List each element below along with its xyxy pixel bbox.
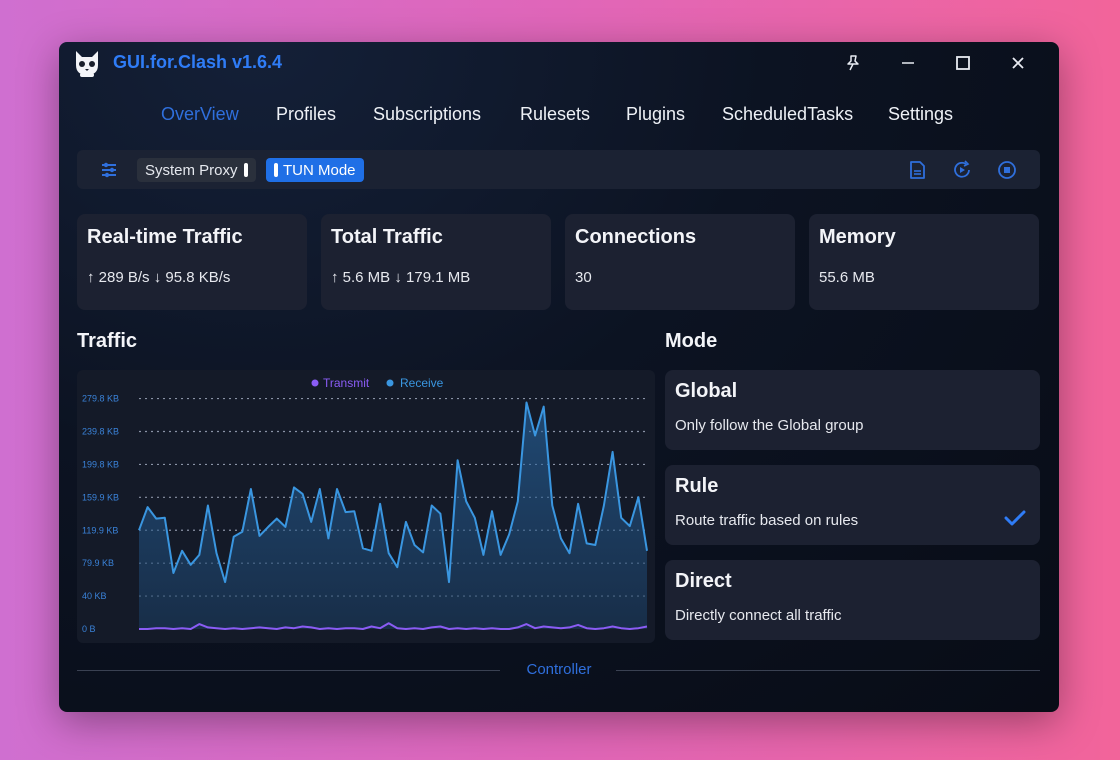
card-title: Connections bbox=[575, 226, 697, 248]
close-icon[interactable] bbox=[1005, 51, 1031, 75]
tab-settings[interactable]: Settings bbox=[888, 104, 953, 125]
y-tick-label: 199.8 KB bbox=[82, 459, 119, 469]
tab-plugins[interactable]: Plugins bbox=[626, 104, 685, 125]
legend-receive-marker bbox=[386, 379, 394, 387]
restart-icon[interactable] bbox=[951, 159, 973, 181]
stop-icon[interactable] bbox=[996, 159, 1018, 181]
app-window: GUI.for.Clash v1.6.4 OverView Profiles S… bbox=[59, 42, 1059, 712]
tab-overview[interactable]: OverView bbox=[161, 104, 239, 125]
tab-rulesets[interactable]: Rulesets bbox=[520, 104, 590, 125]
card-title: Real-time Traffic bbox=[87, 226, 243, 248]
system-proxy-toggle[interactable]: System Proxy bbox=[137, 158, 256, 182]
traffic-section-title: Traffic bbox=[77, 330, 138, 352]
connections-card[interactable]: Connections 30 bbox=[565, 214, 795, 310]
receive-area bbox=[139, 402, 647, 629]
traffic-chart-svg: 0 B 40 KB 79.9 KB 119.9 KB 159.9 KB 199.8 KB 2… bbox=[82, 376, 648, 634]
controller-link[interactable]: Controller bbox=[499, 661, 619, 678]
y-tick-label: 40 KB bbox=[82, 591, 107, 601]
title-bar[interactable]: GUI.for.Clash v1.6.4 bbox=[59, 42, 1059, 84]
divider bbox=[77, 670, 500, 671]
main-nav: OverView Profiles Subscriptions Rulesets… bbox=[59, 104, 1059, 134]
mode-description: Directly connect all traffic bbox=[675, 607, 842, 624]
tun-mode-toggle[interactable]: TUN Mode bbox=[266, 158, 364, 182]
toggle-knob bbox=[243, 163, 248, 177]
card-value: ↑ 289 B/s ↓ 95.8 KB/s bbox=[87, 269, 231, 286]
save-file-icon[interactable] bbox=[906, 159, 928, 181]
traffic-chart: 0 B 40 KB 79.9 KB 119.9 KB 159.9 KB 199.8 KB 2… bbox=[77, 370, 655, 643]
maximize-icon[interactable] bbox=[950, 51, 976, 75]
app-title: GUI.for.Clash v1.6.4 bbox=[113, 52, 283, 72]
mode-option-rule[interactable]: Rule Route traffic based on rules bbox=[665, 465, 1040, 545]
mode-description: Route traffic based on rules bbox=[675, 512, 859, 529]
mode-title: Direct bbox=[675, 570, 732, 592]
checkmark-icon bbox=[1004, 510, 1026, 526]
total-traffic-card: Total Traffic ↑ 5.6 MB ↓ 179.1 MB bbox=[321, 214, 551, 310]
mode-title: Rule bbox=[675, 475, 719, 497]
y-tick-label: 279.8 KB bbox=[82, 394, 119, 404]
memory-card: Memory 55.6 MB bbox=[809, 214, 1039, 310]
legend-transmit-marker bbox=[311, 379, 319, 387]
toggle-knob bbox=[274, 163, 278, 177]
mode-option-global[interactable]: Global Only follow the Global group bbox=[665, 370, 1040, 450]
tab-profiles[interactable]: Profiles bbox=[276, 104, 336, 125]
card-title: Total Traffic bbox=[331, 226, 443, 248]
y-tick-label: 239.8 KB bbox=[82, 427, 119, 437]
y-tick-label: 79.9 KB bbox=[82, 558, 114, 568]
card-value: 55.6 MB bbox=[819, 269, 875, 286]
tun-mode-label: TUN Mode bbox=[283, 161, 356, 179]
pin-icon[interactable] bbox=[840, 51, 866, 75]
card-title: Memory bbox=[819, 226, 896, 248]
realtime-traffic-card: Real-time Traffic ↑ 289 B/s ↓ 95.8 KB/s bbox=[77, 214, 307, 310]
card-value: 30 bbox=[575, 269, 592, 286]
system-proxy-label: System Proxy bbox=[145, 161, 238, 179]
y-tick-label: 0 B bbox=[82, 624, 96, 634]
mode-section-title: Mode bbox=[665, 330, 718, 352]
y-tick-label: 119.9 KB bbox=[82, 525, 118, 535]
sliders-icon[interactable] bbox=[98, 159, 120, 181]
tab-subscriptions[interactable]: Subscriptions bbox=[373, 104, 481, 125]
cat-logo-icon bbox=[76, 51, 98, 77]
divider bbox=[616, 670, 1040, 671]
quick-toolbar: System Proxy TUN Mode bbox=[77, 150, 1040, 189]
card-value: ↑ 5.6 MB ↓ 179.1 MB bbox=[331, 269, 471, 286]
legend-receive-label: Receive bbox=[400, 376, 444, 390]
mode-title: Global bbox=[675, 380, 738, 402]
mode-option-direct[interactable]: Direct Directly connect all traffic bbox=[665, 560, 1040, 640]
legend-transmit-label: Transmit bbox=[323, 376, 370, 390]
tab-scheduled-tasks[interactable]: ScheduledTasks bbox=[722, 104, 853, 125]
minimize-icon[interactable] bbox=[895, 51, 921, 75]
mode-description: Only follow the Global group bbox=[675, 417, 864, 434]
y-tick-label: 159.9 KB bbox=[82, 492, 119, 502]
